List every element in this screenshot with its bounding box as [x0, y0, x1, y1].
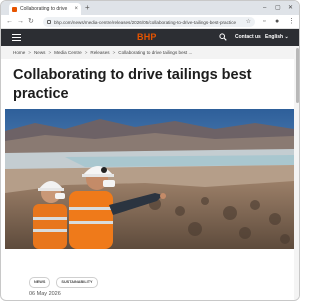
page-scrollbar[interactable]	[294, 46, 299, 300]
minimize-icon[interactable]: –	[263, 3, 266, 13]
breadcrumb-home[interactable]: Home	[13, 50, 25, 55]
site-header: BHP Contact us English ⌄	[1, 29, 299, 46]
hero-image	[5, 109, 294, 249]
window-close-icon[interactable]: ✕	[288, 3, 293, 13]
breadcrumb-media-centre[interactable]: Media Centre	[54, 50, 82, 55]
chevron-down-icon: ⌄	[284, 34, 289, 40]
tag-list: NEWS SUSTAINABILITY	[29, 277, 98, 288]
tag-news[interactable]: NEWS	[29, 277, 51, 288]
scrollbar-thumb[interactable]	[296, 48, 299, 103]
browser-window: Collaborating to drive × + – ▢ ✕ ← → ↻ b…	[0, 0, 300, 301]
breadcrumb-releases[interactable]: Releases	[90, 50, 109, 55]
menu-dots-icon[interactable]: ⋮	[288, 18, 295, 26]
breadcrumb-separator: >	[28, 50, 31, 55]
extensions-icon[interactable]: ▫	[263, 18, 265, 26]
reload-icon[interactable]: ↻	[28, 18, 34, 26]
tab-title: Collaborating to drive	[20, 6, 68, 12]
language-selector[interactable]: English ⌄	[265, 34, 289, 40]
breadcrumb-separator: >	[112, 50, 116, 55]
publish-date: 06 May 2026	[29, 291, 61, 297]
tag-sustainability[interactable]: SUSTAINABILITY	[56, 277, 98, 288]
tab-close-icon[interactable]: ×	[74, 6, 78, 12]
back-icon[interactable]: ←	[6, 18, 13, 26]
new-tab-icon[interactable]: +	[85, 3, 90, 13]
language-label: English	[265, 34, 284, 40]
url-text: bhp.com/news/media-centre/releases/2026/…	[54, 19, 237, 25]
tab-strip: Collaborating to drive × + – ▢ ✕	[1, 1, 299, 15]
maximize-icon[interactable]: ▢	[275, 3, 281, 13]
breadcrumb: Home > News > Media Centre > Releases > …	[1, 46, 294, 59]
breadcrumb-separator: >	[84, 50, 88, 55]
favicon-icon	[12, 6, 17, 12]
contact-us-link[interactable]: Contact us	[235, 34, 261, 40]
breadcrumb-current: Collaborating to drive tailings best ...	[118, 50, 193, 55]
search-icon[interactable]	[219, 33, 227, 41]
profile-icon[interactable]: ●	[275, 18, 279, 26]
lock-icon	[47, 20, 51, 24]
bhp-logo[interactable]: BHP	[137, 32, 157, 42]
forward-icon[interactable]: →	[17, 18, 24, 26]
bookmark-star-icon[interactable]: ☆	[246, 19, 251, 25]
address-bar[interactable]: bhp.com/news/media-centre/releases/2026/…	[43, 17, 255, 27]
browser-tab[interactable]: Collaborating to drive ×	[9, 3, 81, 15]
breadcrumb-separator: >	[48, 50, 52, 55]
article-title: Collaborating to drive tailings best pra…	[13, 67, 252, 102]
breadcrumb-news[interactable]: News	[34, 50, 46, 55]
browser-toolbar: ← → ↻ bhp.com/news/media-centre/releases…	[1, 15, 299, 29]
hamburger-menu-icon[interactable]	[12, 34, 21, 41]
